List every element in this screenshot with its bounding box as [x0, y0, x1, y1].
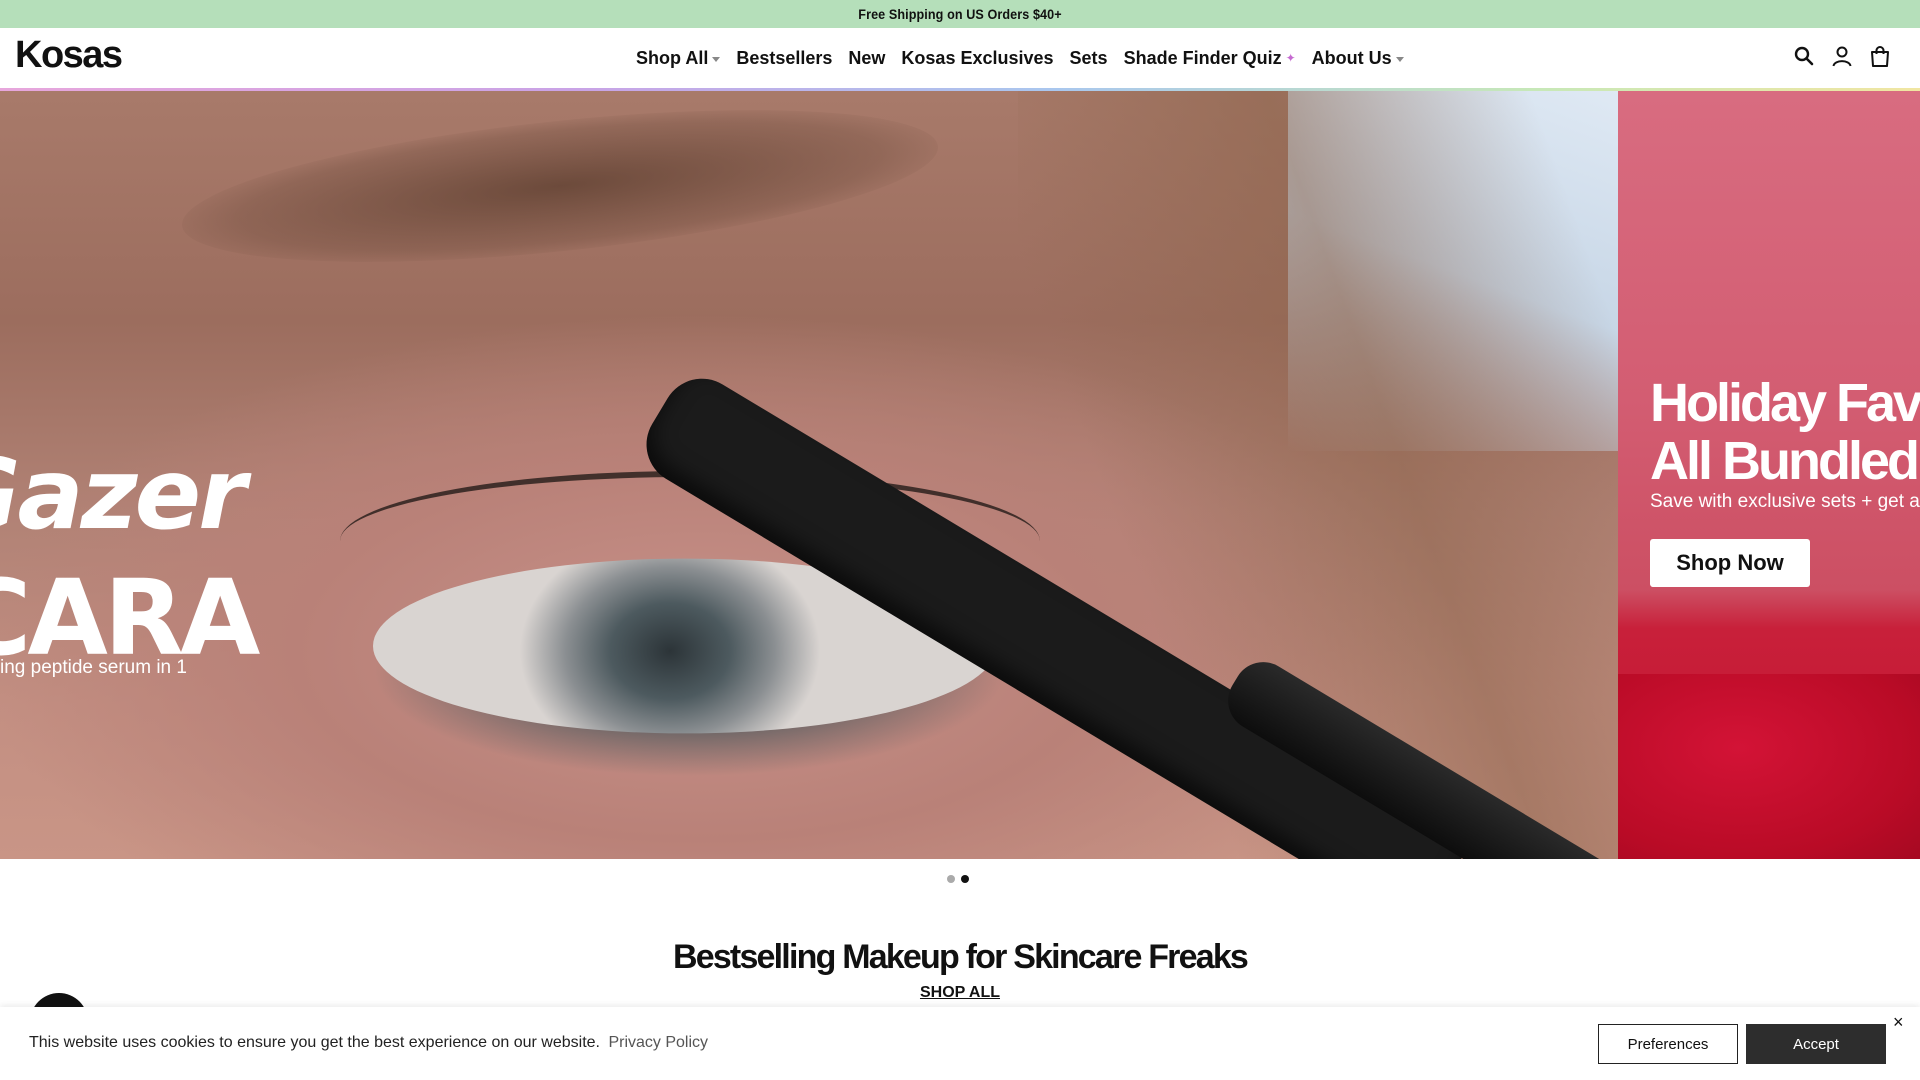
sparkle-icon: ✦ [1285, 51, 1296, 65]
nav-bestsellers[interactable]: Bestsellers [736, 48, 832, 69]
hero-headline-line1: Gazer [0, 438, 246, 552]
search-icon[interactable] [1792, 44, 1816, 68]
account-icon[interactable] [1830, 44, 1854, 68]
hero-headline-line2: CARA [0, 557, 260, 679]
accept-button[interactable]: Accept [1746, 1024, 1886, 1064]
privacy-policy-link[interactable]: Privacy Policy [608, 1034, 708, 1051]
nav-kosas-exclusives-label: Kosas Exclusives [901, 47, 1054, 68]
hero-slide-holiday[interactable]: Holiday Fav All Bundled Save with exclus… [1618, 91, 1920, 859]
nav-sets[interactable]: Sets [1070, 48, 1108, 69]
nav-sets-label: Sets [1069, 47, 1108, 68]
nav-kosas-exclusives[interactable]: Kosas Exclusives [901, 48, 1053, 69]
hero-carousel[interactable]: Gazer CARA ing peptide serum in 1 Holida… [0, 91, 1920, 859]
shop-all-container: SHOP ALL [0, 984, 1920, 1002]
chevron-down-icon [1395, 56, 1404, 62]
site-header: Kosas Shop All Bestsellers New Kosas Exc… [0, 28, 1920, 88]
carousel-dots [947, 875, 969, 883]
section-title: Bestselling Makeup for Skincare Freaks [672, 938, 1249, 976]
preferences-button[interactable]: Preferences [1598, 1024, 1738, 1064]
hero-subtitle: ing peptide serum in 1 [0, 657, 187, 678]
bag-icon[interactable] [1868, 44, 1892, 68]
nav-about-us[interactable]: About Us [1312, 48, 1404, 69]
main-nav: Shop All Bestsellers New Kosas Exclusive… [636, 28, 1404, 88]
nav-about-us-label: About Us [1311, 47, 1392, 68]
holiday-headline: Holiday Fav All Bundled [1650, 374, 1920, 490]
shop-now-button[interactable]: Shop Now [1650, 539, 1810, 587]
logo[interactable]: Kosas [15, 34, 123, 77]
holiday-red-band [1618, 674, 1920, 859]
hero-eyebrow-image [175, 91, 945, 291]
chevron-down-icon [712, 56, 721, 62]
holiday-headline-line1: Holiday Fav [1650, 373, 1920, 433]
holiday-subtitle: Save with exclusive sets + get a fr [1650, 491, 1920, 512]
holiday-headline-line2: All Bundled [1650, 431, 1920, 491]
nav-shade-finder-quiz[interactable]: Shade Finder Quiz ✦ [1124, 48, 1296, 69]
cookie-message-text: This website uses cookies to ensure you … [29, 1034, 600, 1051]
cookie-banner: This website uses cookies to ensure you … [0, 1007, 1920, 1080]
cookie-message: This website uses cookies to ensure you … [29, 1034, 708, 1052]
carousel-dot-1[interactable] [947, 875, 955, 883]
announcement-bar: Free Shipping on US Orders $40+ [0, 0, 1920, 28]
nav-bestsellers-label: Bestsellers [736, 47, 833, 68]
nav-new-label: New [848, 47, 886, 68]
header-icons [1792, 44, 1892, 68]
close-icon[interactable]: × [1893, 1013, 1904, 1031]
nav-shop-all[interactable]: Shop All [636, 47, 721, 69]
announcement-text: Free Shipping on US Orders $40+ [858, 6, 1062, 22]
nav-new[interactable]: New [848, 48, 885, 69]
nav-shade-finder-quiz-label: Shade Finder Quiz [1123, 47, 1282, 68]
carousel-dot-2[interactable] [961, 875, 969, 883]
nav-shop-all-label: Shop All [636, 47, 709, 68]
shop-all-link[interactable]: SHOP ALL [920, 984, 1000, 1001]
hero-slide-mascara[interactable]: Gazer CARA ing peptide serum in 1 [0, 91, 1618, 859]
